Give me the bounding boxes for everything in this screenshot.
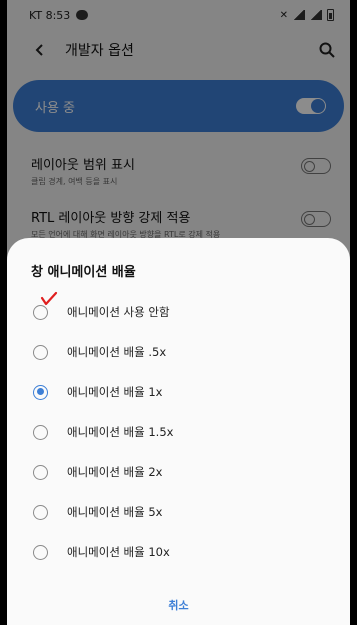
dialog-title: 창 애니메이션 배율 xyxy=(31,265,136,280)
radio-button[interactable] xyxy=(33,344,48,360)
option-label: 애니메이션 배율 1.5x xyxy=(67,425,174,439)
radio-button[interactable] xyxy=(33,424,48,440)
red-checkmark-annotation-icon xyxy=(40,291,58,306)
phone-screen: KT 8:53 ✕ 개발자 옵션 사용 중 레이아웃 범위 표시 클립 경계, … xyxy=(7,0,350,625)
cancel-button[interactable]: 취소 xyxy=(7,597,350,613)
radio-button[interactable] xyxy=(33,464,48,480)
option-label: 애니메이션 사용 안함 xyxy=(67,305,170,319)
option-scale-1x[interactable]: 애니메이션 배율 1x xyxy=(7,372,350,412)
option-label: 애니메이션 배율 1x xyxy=(67,385,163,399)
radio-button[interactable] xyxy=(33,544,48,560)
option-label: 애니메이션 배율 .5x xyxy=(67,345,167,359)
option-list: 애니메이션 사용 안함 애니메이션 배율 .5x 애니메이션 배율 1x 애니메… xyxy=(7,292,350,572)
option-label: 애니메이션 배율 2x xyxy=(67,465,163,479)
option-scale-1-5x[interactable]: 애니메이션 배율 1.5x xyxy=(7,412,350,452)
radio-button[interactable] xyxy=(33,504,48,520)
option-scale-5x[interactable]: 애니메이션 배율 5x xyxy=(7,492,350,532)
option-scale-10x[interactable]: 애니메이션 배율 10x xyxy=(7,532,350,572)
option-label: 애니메이션 배율 10x xyxy=(67,545,170,559)
option-scale-0-5x[interactable]: 애니메이션 배율 .5x xyxy=(7,332,350,372)
option-scale-2x[interactable]: 애니메이션 배율 2x xyxy=(7,452,350,492)
radio-button-selected[interactable] xyxy=(33,384,48,400)
option-label: 애니메이션 배율 5x xyxy=(67,505,163,519)
